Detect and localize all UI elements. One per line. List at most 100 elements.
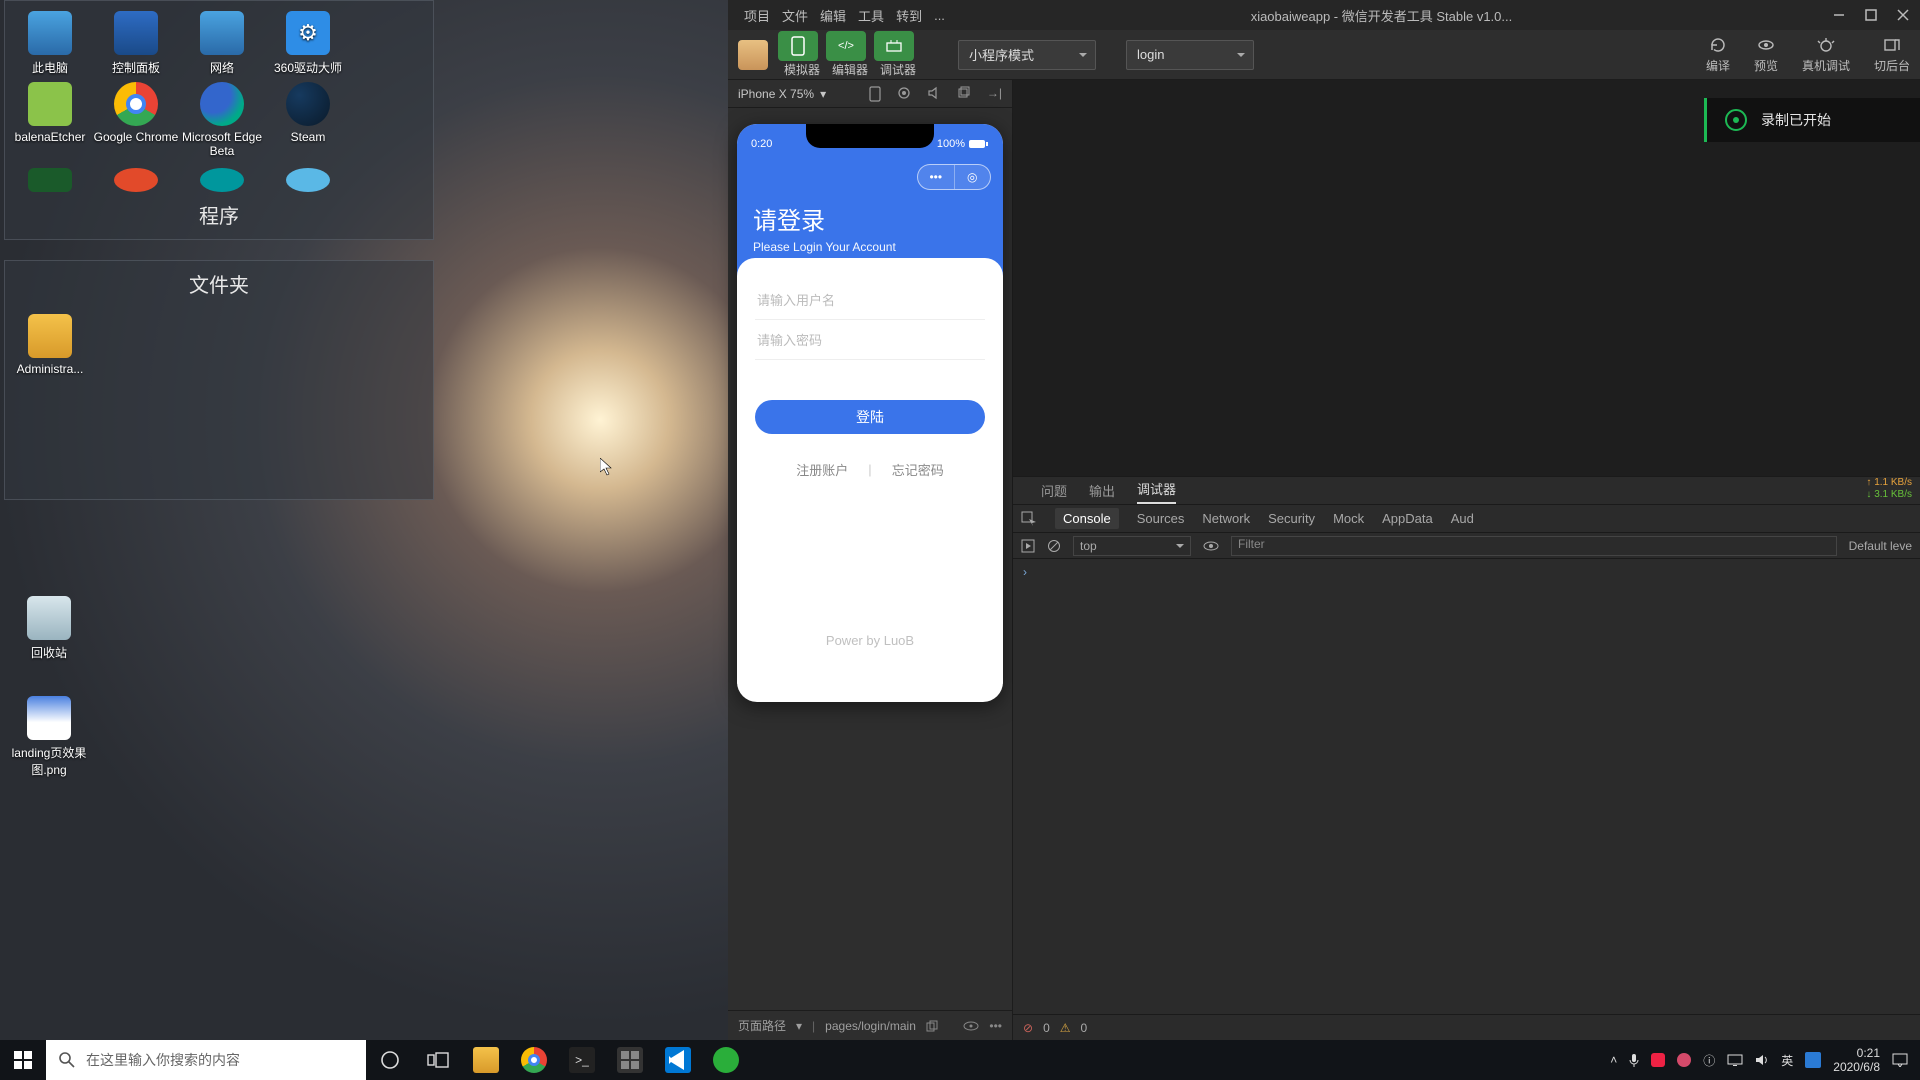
user-avatar[interactable] xyxy=(738,40,768,70)
compile-label[interactable]: 编译 xyxy=(1706,57,1730,74)
warning-badge-icon[interactable]: ⚠ xyxy=(1060,1021,1071,1035)
mode-editor-button[interactable]: </> xyxy=(826,31,866,61)
background-icon[interactable] xyxy=(1883,36,1901,54)
taskbar-wechat[interactable] xyxy=(702,1040,750,1080)
username-input[interactable]: 请输入用户名 xyxy=(755,280,985,320)
clear-icon[interactable] xyxy=(1047,539,1061,553)
desktop[interactable]: 此电脑 控制面板 网络 ⚙360驱动大师 balenaEtcher Google… xyxy=(0,0,728,1040)
desktop-icon-landing-png[interactable]: landing页效果图.png xyxy=(6,690,92,778)
tab-output[interactable]: 输出 xyxy=(1089,481,1115,504)
page-select[interactable]: login xyxy=(1126,40,1254,70)
devtab-appdata[interactable]: AppData xyxy=(1382,511,1433,526)
device-icon[interactable] xyxy=(869,86,881,102)
desktop-icon-balenaetcher[interactable]: balenaEtcher xyxy=(7,76,93,158)
devtab-network[interactable]: Network xyxy=(1202,511,1250,526)
desktop-icon-network[interactable]: 网络 xyxy=(179,5,265,76)
tray-info-icon[interactable]: ⓘ xyxy=(1703,1052,1715,1069)
window-close-icon[interactable] xyxy=(1896,8,1910,22)
taskbar-calculator[interactable] xyxy=(606,1040,654,1080)
menu-file[interactable]: 文件 xyxy=(776,6,814,25)
register-link[interactable]: 注册账户 xyxy=(796,460,848,479)
forgot-password-link[interactable]: 忘记密码 xyxy=(892,460,944,479)
menu-goto[interactable]: 转到 xyxy=(890,6,928,25)
login-button[interactable]: 登陆 xyxy=(755,400,985,434)
chevron-down-icon[interactable]: ▾ xyxy=(796,1019,802,1033)
desktop-icon-chrome[interactable]: Google Chrome xyxy=(93,76,179,158)
tray-volume-icon[interactable] xyxy=(1755,1054,1769,1066)
mode-simulator-button[interactable] xyxy=(778,31,818,61)
tray-mic-icon[interactable] xyxy=(1629,1053,1639,1067)
desktop-icon-control-panel[interactable]: 控制面板 xyxy=(93,5,179,76)
desktop-icon-this-pc[interactable]: 此电脑 xyxy=(7,5,93,76)
window-maximize-icon[interactable] xyxy=(1864,8,1878,22)
devtab-console[interactable]: Console xyxy=(1055,508,1119,529)
taskbar-cortana[interactable] xyxy=(366,1040,414,1080)
live-eye-icon[interactable] xyxy=(1203,541,1219,551)
refresh-icon[interactable] xyxy=(1709,36,1727,54)
preview-label[interactable]: 预览 xyxy=(1754,57,1778,74)
filter-input[interactable]: Filter xyxy=(1231,536,1837,556)
taskbar-search[interactable]: 在这里输入你搜索的内容 xyxy=(46,1040,366,1080)
console-body[interactable]: › xyxy=(1013,559,1920,1014)
tray-app2-icon[interactable] xyxy=(1677,1053,1691,1067)
bug-icon[interactable] xyxy=(1817,36,1835,54)
inspect-icon[interactable] xyxy=(1021,511,1037,527)
desktop-icon-steam[interactable]: Steam xyxy=(265,76,351,158)
log-level-select[interactable]: Default leve xyxy=(1849,539,1912,553)
background-label[interactable]: 切后台 xyxy=(1874,57,1910,74)
device-select[interactable]: iPhone X 75% xyxy=(738,87,814,101)
play-icon[interactable] xyxy=(1021,539,1035,553)
tray-monitor-icon[interactable] xyxy=(1727,1054,1743,1066)
desktop-icon-360driver[interactable]: ⚙360驱动大师 xyxy=(265,5,351,76)
tray-notifications-icon[interactable] xyxy=(1892,1053,1908,1067)
window-icon[interactable] xyxy=(957,86,971,102)
menu-more[interactable]: ... xyxy=(928,8,951,23)
start-button[interactable] xyxy=(0,1040,46,1080)
tray-clock[interactable]: 0:21 2020/6/8 xyxy=(1833,1046,1880,1074)
desktop-icon-recycle[interactable]: 回收站 xyxy=(6,590,92,661)
taskbar-explorer[interactable] xyxy=(462,1040,510,1080)
phone-simulator[interactable]: 0:20 100% ••• ◎ 请登录 Please Login Your Ac… xyxy=(737,124,1003,702)
desktop-icon-partial-4[interactable] xyxy=(265,158,351,196)
capsule-menu-icon[interactable]: ••• xyxy=(918,165,955,189)
devtab-audits[interactable]: Aud xyxy=(1451,511,1474,526)
desktop-icon-partial-1[interactable] xyxy=(7,158,93,196)
real-debug-label[interactable]: 真机调试 xyxy=(1802,57,1850,74)
tray-ime2-icon[interactable] xyxy=(1805,1052,1821,1068)
error-badge-icon[interactable]: ⊘ xyxy=(1023,1021,1033,1035)
context-select[interactable]: top xyxy=(1073,536,1191,556)
desktop-icon-edge-beta[interactable]: Microsoft Edge Beta xyxy=(179,76,265,158)
tray-chevron-icon[interactable]: ˄ xyxy=(1610,1053,1617,1067)
window-minimize-icon[interactable] xyxy=(1832,8,1846,22)
tray-app1-icon[interactable] xyxy=(1651,1053,1665,1067)
desktop-icon-partial-2[interactable] xyxy=(93,158,179,196)
tab-debugger[interactable]: 调试器 xyxy=(1137,479,1176,504)
capsule-close-icon[interactable]: ◎ xyxy=(955,165,991,189)
editor-area[interactable]: 录制已开始 xyxy=(1013,80,1920,476)
expand-icon[interactable]: →| xyxy=(987,86,1002,102)
tab-issues[interactable]: 问题 xyxy=(1041,481,1067,504)
devtab-mock[interactable]: Mock xyxy=(1333,511,1364,526)
record-icon[interactable] xyxy=(897,86,911,102)
mode-select[interactable]: 小程序模式 xyxy=(958,40,1096,70)
tray-ime[interactable]: 英 xyxy=(1781,1052,1793,1069)
more-icon[interactable]: ••• xyxy=(989,1019,1002,1033)
devtab-security[interactable]: Security xyxy=(1268,511,1315,526)
taskbar-terminal[interactable]: >_ xyxy=(558,1040,606,1080)
eye-icon[interactable] xyxy=(963,1021,979,1031)
mode-debugger-button[interactable] xyxy=(874,31,914,61)
mute-icon[interactable] xyxy=(927,86,941,102)
menu-project[interactable]: 项目 xyxy=(738,6,776,25)
miniapp-capsule[interactable]: ••• ◎ xyxy=(917,164,991,190)
menu-edit[interactable]: 编辑 xyxy=(814,6,852,25)
taskbar-vscode[interactable] xyxy=(654,1040,702,1080)
copy-icon[interactable] xyxy=(926,1020,938,1032)
devtab-sources[interactable]: Sources xyxy=(1137,511,1185,526)
menu-tool[interactable]: 工具 xyxy=(852,6,890,25)
taskbar-taskview[interactable] xyxy=(414,1040,462,1080)
taskbar-chrome[interactable] xyxy=(510,1040,558,1080)
desktop-icon-partial-3[interactable] xyxy=(179,158,265,196)
eye-icon[interactable] xyxy=(1757,36,1775,54)
password-input[interactable]: 请输入密码 xyxy=(755,320,985,360)
desktop-icon-admin-folder[interactable]: Administra... xyxy=(7,308,93,376)
